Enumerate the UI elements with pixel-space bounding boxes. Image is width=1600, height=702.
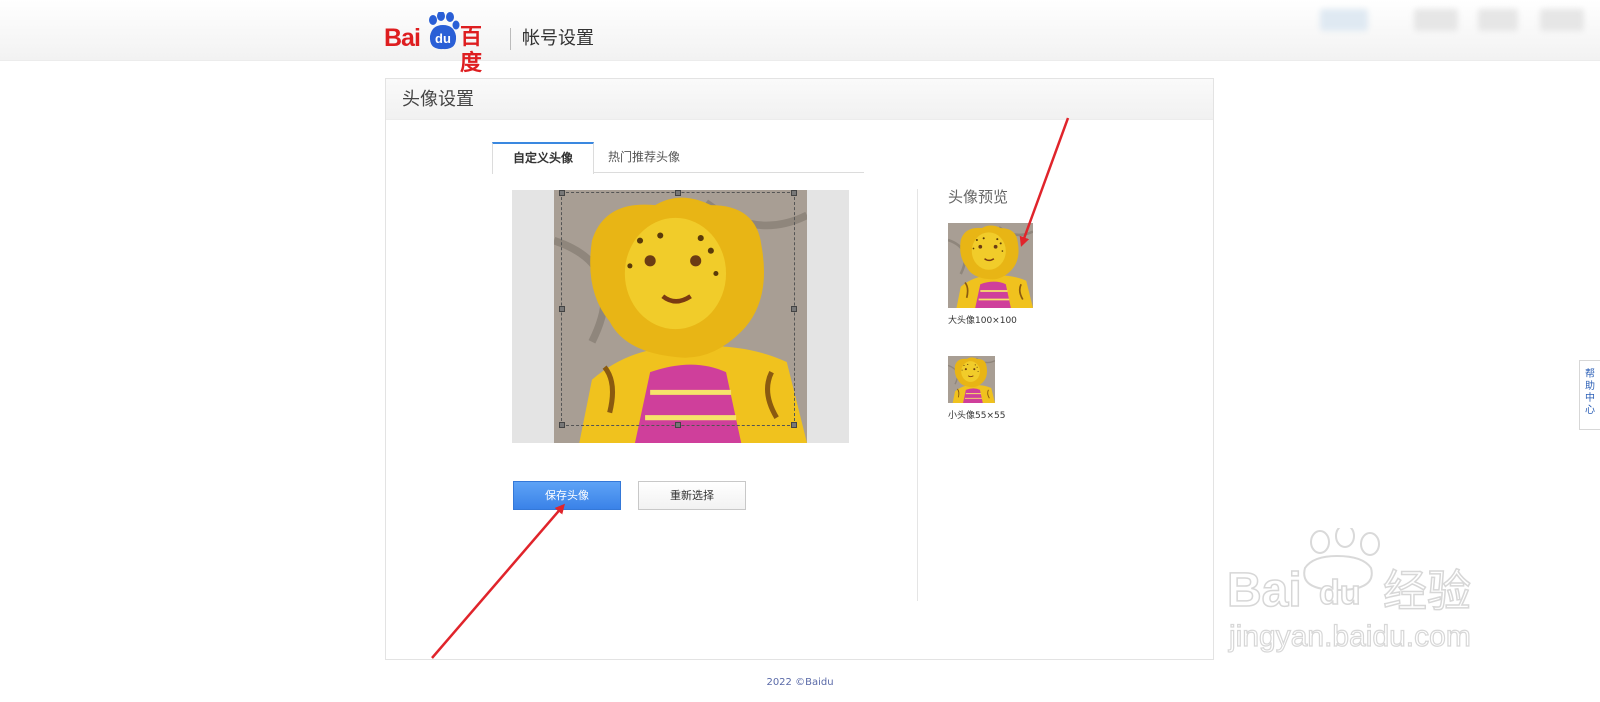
avatar-crop-editor[interactable]	[512, 190, 849, 443]
logo-badge-text: du	[435, 31, 451, 46]
crop-handle[interactable]	[559, 306, 565, 312]
tab-custom-avatar[interactable]: 自定义头像	[492, 142, 594, 174]
paw-logo-icon: du	[429, 12, 460, 50]
panel-title: 头像设置	[402, 89, 474, 110]
watermark-url: jingyan.baidu.com	[1228, 620, 1471, 653]
blurred-nav-link[interactable]	[1540, 9, 1584, 31]
reselect-button[interactable]: 重新选择	[638, 481, 746, 510]
blurred-nav-link[interactable]	[1414, 9, 1458, 31]
vertical-divider	[917, 189, 918, 601]
top-header: Bai du 百度 帐号设置	[0, 0, 1600, 76]
logo-text-bai: Bai	[384, 24, 421, 52]
baidu-jingyan-watermark: Bai du 经验 jingyan.baidu.com	[1226, 528, 1472, 654]
big-avatar-preview	[948, 223, 1033, 308]
avatar-tabs: 自定义头像 热门推荐头像	[492, 142, 864, 174]
crop-handle[interactable]	[559, 422, 565, 428]
watermark-brand-badge: du	[1319, 574, 1361, 612]
logo-text-cn: 百度	[460, 25, 483, 76]
crop-selection-box[interactable]	[559, 190, 797, 428]
crop-handle[interactable]	[791, 306, 797, 312]
help-center-tab[interactable]: 帮助中心	[1579, 360, 1600, 430]
avatar-settings-panel: 头像设置 自定义头像 热门推荐头像 保存头像 重新选择 头像预览 大头像100×…	[385, 78, 1214, 660]
footer-copyright: 2022 ©Baidu	[766, 677, 834, 688]
big-avatar-caption: 大头像100×100	[948, 316, 1017, 326]
blurred-user-avatar[interactable]	[1320, 9, 1368, 31]
watermark-brand-cn: 经验	[1383, 566, 1471, 617]
crop-handle[interactable]	[791, 422, 797, 428]
preview-title: 头像预览	[948, 188, 1009, 206]
crop-handle[interactable]	[559, 190, 565, 196]
small-avatar-preview	[948, 356, 995, 403]
crop-handle[interactable]	[675, 190, 681, 196]
crop-handle[interactable]	[675, 422, 681, 428]
help-center-label: 帮助中心	[1585, 369, 1595, 416]
panel-header: 头像设置	[386, 79, 1213, 120]
watermark-brand-latin: Bai	[1227, 564, 1302, 617]
crop-handle[interactable]	[791, 190, 797, 196]
section-title: 帐号设置	[522, 28, 594, 49]
tab-recommended-avatar[interactable]: 热门推荐头像	[594, 142, 694, 172]
save-avatar-button[interactable]: 保存头像	[513, 481, 621, 510]
blurred-nav-link[interactable]	[1478, 9, 1518, 31]
small-avatar-caption: 小头像55×55	[948, 411, 1006, 421]
header-divider	[510, 28, 511, 50]
